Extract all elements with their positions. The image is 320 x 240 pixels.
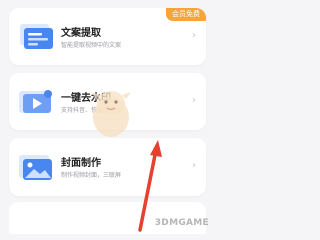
chevron-right-icon: › [192,30,196,41]
site-watermark: 3DMGAME [154,218,209,228]
card-title: 封面制作 [61,158,101,169]
chevron-right-icon: › [192,95,196,106]
tool-list-screen: 会员免费 文案提取 智能提取视频中的文案 › 一键去水印 支持抖音、快手等平台 … [0,0,215,234]
video-watermark-icon [19,90,52,113]
card-title: 文案提取 [61,28,101,39]
member-free-badge: 会员免费 [166,8,206,21]
card-subtitle: 制作视频封面，三联屏 [61,172,122,179]
card-subtitle: 智能提取视频中的文案 [61,42,122,49]
text-extract-icon [20,24,53,49]
card-text-extract[interactable]: 会员免费 文案提取 智能提取视频中的文案 › [9,8,206,65]
mascot-watermark-icon [91,91,131,137]
card-cover-maker[interactable]: 封面制作 制作视频封面，三联屏 › [9,138,206,196]
image-cover-icon [19,155,52,180]
chevron-right-icon: › [192,160,196,171]
